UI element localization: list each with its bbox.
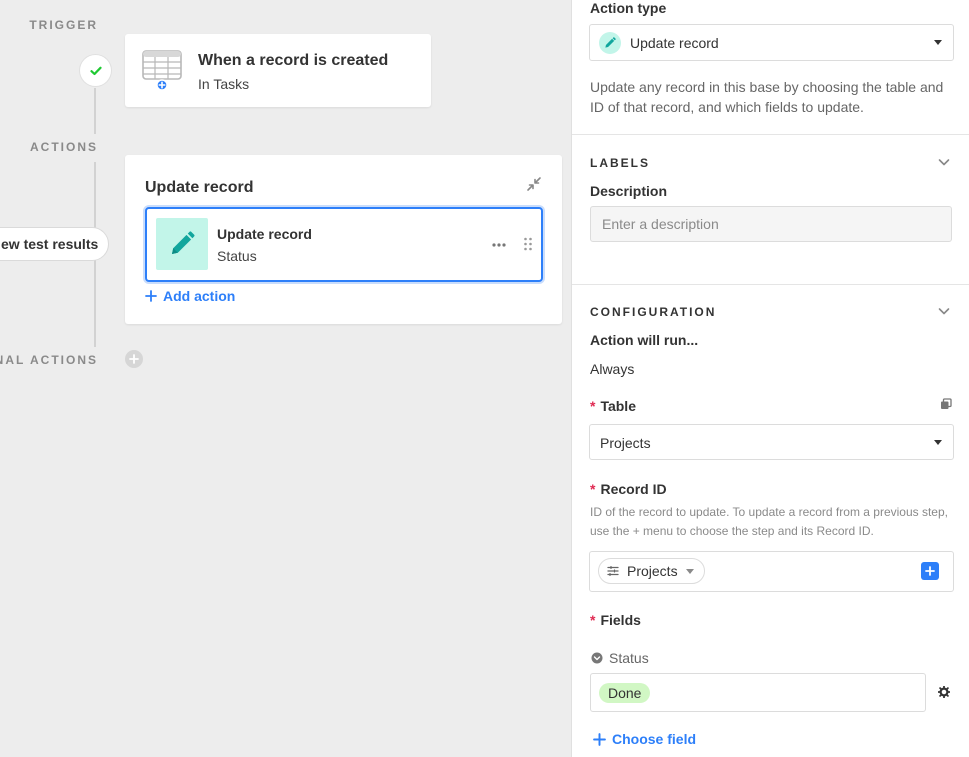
automation-canvas: TRIGGER ACTIONS ONAL ACTIONS When a reco… xyxy=(0,0,572,757)
actions-section-label: ACTIONS xyxy=(30,140,98,154)
trigger-title: When a record is created xyxy=(198,52,389,69)
configuration-section-heading: CONFIGURATION xyxy=(590,305,717,319)
check-icon xyxy=(89,66,102,75)
table-label: * Table xyxy=(590,398,636,414)
drag-handle-icon[interactable] xyxy=(523,236,533,252)
caret-down-icon xyxy=(934,40,942,45)
collapse-icon[interactable] xyxy=(526,176,542,192)
trigger-subtitle: In Tasks xyxy=(198,76,250,92)
conditional-actions-section-label: ONAL ACTIONS xyxy=(0,353,98,367)
table-icon xyxy=(142,50,182,90)
pencil-glyph xyxy=(605,37,616,48)
field-status-name: Status xyxy=(609,650,649,666)
labels-section-heading: LABELS xyxy=(590,156,650,170)
copy-icon[interactable] xyxy=(940,398,952,410)
plus-icon xyxy=(145,290,157,302)
record-id-token-label: Projects xyxy=(627,563,678,579)
required-asterisk: * xyxy=(590,481,596,497)
action-icon-box xyxy=(156,218,208,270)
add-conditional-action-button[interactable] xyxy=(125,350,143,368)
flow-connector-line xyxy=(94,88,96,134)
actions-card-title: Update record xyxy=(145,179,254,196)
pencil-icon xyxy=(599,32,621,54)
record-id-help-text: ID of the record to update. To update a … xyxy=(590,505,948,538)
description-input[interactable] xyxy=(590,206,952,242)
status-value-field[interactable]: Done xyxy=(590,673,926,712)
action-run-value: Always xyxy=(590,361,635,377)
record-id-token[interactable]: Projects xyxy=(598,558,705,584)
plus-icon xyxy=(593,732,606,746)
action-type-select[interactable]: Update record xyxy=(589,24,954,61)
required-asterisk: * xyxy=(590,612,596,628)
choose-field-label: Choose field xyxy=(612,731,697,747)
pencil-icon xyxy=(172,231,195,254)
action-run-label: Action will run... xyxy=(590,332,699,348)
add-action-button[interactable]: Add action xyxy=(145,288,235,304)
single-select-icon xyxy=(591,652,603,664)
choose-field-button[interactable]: Choose field xyxy=(593,731,696,747)
fields-label-text: Fields xyxy=(600,612,641,628)
action-type-description: Update any record in this base by choosi… xyxy=(590,79,944,115)
action-type-label: Action type xyxy=(590,0,667,16)
action-item-update-record[interactable]: Update record Status xyxy=(145,207,543,282)
record-id-field[interactable]: Projects xyxy=(589,551,954,592)
caret-down-icon xyxy=(934,440,942,445)
record-id-label: * Record ID xyxy=(590,481,667,497)
trigger-status-check xyxy=(80,55,111,86)
action-config-panel: Action type Update record Update any rec… xyxy=(571,0,969,757)
actions-card: Update record Update record Status Add a… xyxy=(125,155,562,324)
chevron-down-icon[interactable] xyxy=(938,156,950,168)
action-item-title: Update record xyxy=(217,226,312,242)
gear-icon[interactable] xyxy=(938,686,950,698)
add-action-label: Add action xyxy=(163,288,236,304)
action-type-value: Update record xyxy=(630,35,719,51)
divider xyxy=(572,134,969,135)
field-status-label: Status xyxy=(591,650,649,666)
table-select-value: Projects xyxy=(600,435,651,451)
trigger-card[interactable]: When a record is created In Tasks xyxy=(125,34,431,107)
plus-icon xyxy=(129,354,139,364)
plus-icon xyxy=(925,566,935,576)
table-label-text: Table xyxy=(600,398,636,414)
table-select[interactable]: Projects xyxy=(589,424,954,460)
record-id-label-text: Record ID xyxy=(600,481,667,497)
fields-label: * Fields xyxy=(590,612,641,628)
chevron-down-icon[interactable] xyxy=(938,305,950,317)
trigger-section-label: TRIGGER xyxy=(29,18,98,32)
description-label: Description xyxy=(590,183,668,199)
status-choice-pill: Done xyxy=(599,683,651,703)
action-item-subtitle: Status xyxy=(217,248,257,264)
divider xyxy=(572,284,969,285)
insert-token-button[interactable] xyxy=(921,562,939,580)
more-options-icon[interactable] xyxy=(491,237,507,253)
view-test-results-button[interactable]: ew test results xyxy=(0,227,110,261)
required-asterisk: * xyxy=(590,398,596,414)
caret-down-icon xyxy=(685,568,694,574)
list-icon xyxy=(607,566,619,576)
